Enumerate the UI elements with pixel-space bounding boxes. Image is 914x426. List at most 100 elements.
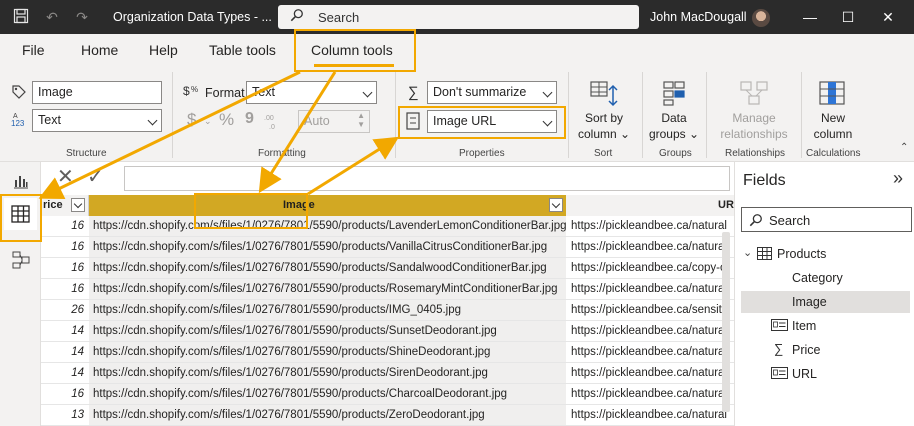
cell-url[interactable]: https://pickleandbee.ca/sensitiv [566,300,734,320]
cell-url[interactable]: https://pickleandbee.ca/natural [566,237,734,257]
maximize-button[interactable]: ☐ [838,8,858,26]
undo-icon[interactable]: ↶ [43,8,61,26]
field-item-url[interactable]: URL [792,367,817,381]
column-header-image[interactable]: Image [89,195,566,216]
cell-price[interactable]: 14 [41,321,88,341]
cell-image[interactable]: https://cdn.shopify.com/s/files/1/0276/7… [89,216,566,236]
title-search-box[interactable]: Search [278,5,639,29]
sort-by-column-button[interactable]: Sort by column ⌄ [578,110,630,142]
filter-dropdown-icon[interactable] [549,198,563,212]
cell-url[interactable]: https://pickleandbee.ca/natural [566,384,734,404]
column-name-field[interactable]: Image [32,81,162,104]
collapse-pane-icon[interactable]: » [893,168,903,189]
cell-price[interactable]: 16 [41,216,88,236]
table-row[interactable]: 14 https://cdn.shopify.com/s/files/1/0276… [41,342,734,363]
format-value: Text [252,85,275,99]
sort-button-line1: Sort by [584,111,623,125]
field-item-image[interactable]: Image [792,295,827,309]
cell-image[interactable]: https://cdn.shopify.com/s/files/1/0276/7… [89,321,566,341]
title-search-label: Search [318,10,360,25]
cell-image[interactable]: https://cdn.shopify.com/s/files/1/0276/7… [89,258,566,278]
cell-image[interactable]: https://cdn.shopify.com/s/files/1/0276/7… [89,342,566,362]
ribbon-divider [642,72,643,158]
tab-home[interactable]: Home [81,42,118,58]
cell-url[interactable]: https://pickleandbee.ca/natural [566,342,734,362]
field-item-category[interactable]: Category [792,271,843,285]
model-view-icon[interactable] [11,250,31,270]
manage-relationships-button[interactable]: Manage relationships [714,110,794,142]
cell-image[interactable]: https://cdn.shopify.com/s/files/1/0276/7… [89,237,566,257]
decimal-decrease-icon[interactable]: .00.0 [264,112,282,130]
cell-url[interactable]: https://pickleandbee.ca/natural [566,363,734,383]
table-row[interactable]: 16 https://cdn.shopify.com/s/files/1/0276… [41,279,734,300]
cell-url[interactable]: https://pickleandbee.ca/natural [566,279,734,299]
cell-url[interactable]: https://pickleandbee.ca/natural [566,216,734,236]
comma-button[interactable]: 9 [245,110,254,128]
cell-price[interactable]: 16 [41,237,88,257]
currency-dropdown-icon[interactable]: ⌄ [204,116,212,127]
highlight-image-header [194,193,308,229]
table-row[interactable]: 26 https://cdn.shopify.com/s/files/1/0276… [41,300,734,321]
cell-price[interactable]: 16 [41,258,88,278]
chevron-down-icon [147,115,158,126]
table-item-products[interactable]: Products [777,247,826,261]
field-item-item[interactable]: Item [792,319,816,333]
column-header-url[interactable]: URL [566,195,734,216]
redo-icon[interactable]: ↷ [73,8,91,26]
formula-input[interactable] [124,166,730,191]
table-icon [757,247,772,260]
grid-scrollbar[interactable] [722,232,730,412]
column-header-price[interactable]: rice [41,195,89,216]
ribbon-divider [568,72,569,158]
new-column-button[interactable]: New column [806,110,860,142]
commit-formula-icon[interactable]: ✓ [87,164,104,189]
user-name[interactable]: John MacDougall [650,10,747,24]
field-item-price[interactable]: Price [792,343,820,357]
cancel-formula-icon[interactable]: ✕ [57,164,74,189]
filter-dropdown-icon[interactable] [71,198,85,212]
avatar[interactable] [752,9,770,27]
table-row[interactable]: 16 https://cdn.shopify.com/s/files/1/0276… [41,258,734,279]
cell-image[interactable]: https://cdn.shopify.com/s/files/1/0276/7… [89,384,566,404]
tab-help[interactable]: Help [149,42,178,58]
fields-search-input[interactable]: Search [741,207,912,232]
minimize-button[interactable]: — [800,8,820,26]
collapse-ribbon-icon[interactable]: ⌃ [900,142,908,153]
cell-url[interactable]: https://pickleandbee.ca/natural [566,405,734,425]
summarize-dropdown[interactable]: Don't summarize [427,81,557,104]
data-type-dropdown[interactable]: Text [32,109,162,132]
tab-file[interactable]: File [22,42,45,58]
cell-price[interactable]: 16 [41,279,88,299]
ribbon-divider [395,72,396,158]
percent-button[interactable]: % [219,110,234,130]
manage-relationships-icon [740,81,768,105]
cell-image[interactable]: https://cdn.shopify.com/s/files/1/0276/7… [89,363,566,383]
table-row[interactable]: 16 https://cdn.shopify.com/s/files/1/0276… [41,237,734,258]
cell-url[interactable]: https://pickleandbee.ca/copy-of [566,258,734,278]
cell-image[interactable]: https://cdn.shopify.com/s/files/1/0276/7… [89,279,566,299]
decimal-places-field[interactable]: Auto ▲ ▼ [298,110,370,133]
cell-price[interactable]: 14 [41,363,88,383]
data-type-value: Text [38,113,61,127]
close-button[interactable]: ✕ [878,8,898,26]
cell-image[interactable]: https://cdn.shopify.com/s/files/1/0276/7… [89,300,566,320]
table-row[interactable]: 13 https://cdn.shopify.com/s/files/1/0276… [41,405,734,426]
table-row[interactable]: 14 https://cdn.shopify.com/s/files/1/0276… [41,363,734,384]
cell-url[interactable]: https://pickleandbee.ca/natural [566,321,734,341]
cell-price[interactable]: 14 [41,342,88,362]
data-groups-button[interactable]: Data groups ⌄ [648,110,700,142]
cell-price[interactable]: 13 [41,405,88,425]
cell-image[interactable]: https://cdn.shopify.com/s/files/1/0276/7… [89,405,566,425]
report-view-icon[interactable] [12,172,30,190]
table-row[interactable]: 14 https://cdn.shopify.com/s/files/1/0276… [41,321,734,342]
format-label: Format [205,86,245,100]
cell-price[interactable]: 16 [41,384,88,404]
table-row[interactable]: 16 https://cdn.shopify.com/s/files/1/0276… [41,384,734,405]
tab-table-tools[interactable]: Table tools [209,42,276,58]
save-icon[interactable] [12,8,30,26]
table-row[interactable]: 16 https://cdn.shopify.com/s/files/1/0276… [41,216,734,237]
cell-price[interactable]: 26 [41,300,88,320]
currency-button[interactable]: $ [187,110,196,130]
format-dropdown[interactable]: Text [246,81,377,104]
chevron-down-icon[interactable]: ⌄ [743,246,752,259]
